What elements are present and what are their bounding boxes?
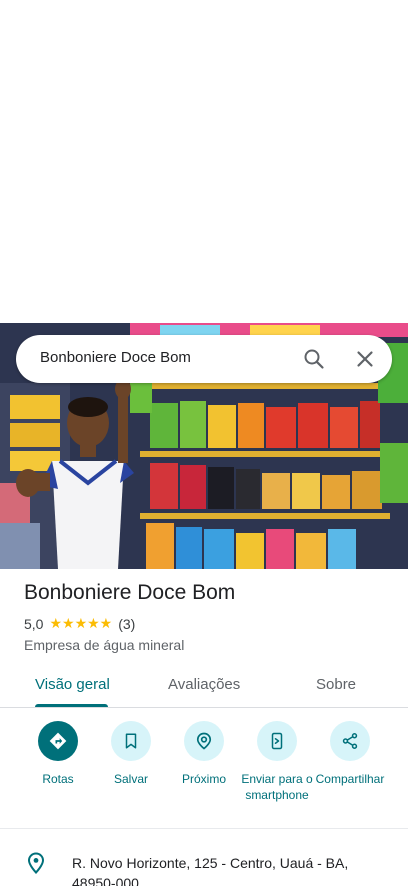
search-input[interactable]: Bonboniere Doce Bom	[40, 349, 191, 366]
bookmark-icon-circle	[111, 721, 151, 761]
nearby-label: Próximo	[181, 772, 226, 786]
directions-icon	[49, 732, 67, 750]
directions-button[interactable]: Rotas	[20, 721, 96, 787]
search-icon[interactable]	[302, 347, 326, 371]
address-row[interactable]: R. Novo Horizonte, 125 - Centro, Uauá - …	[0, 829, 408, 886]
send-to-phone-button[interactable]: Enviar para o smartphone	[239, 721, 315, 803]
directions-label: Rotas	[42, 772, 74, 786]
nearby-icon-circle	[184, 721, 224, 761]
action-buttons: Rotas Salvar Próximo Enviar para o smart…	[0, 721, 408, 821]
share-button[interactable]: Compartilhar	[312, 721, 388, 787]
share-icon	[342, 733, 358, 749]
save-button[interactable]: Salvar	[93, 721, 169, 787]
tab-bar: Visão geral Avaliações Sobre	[0, 664, 408, 708]
nearby-button[interactable]: Próximo	[166, 721, 242, 787]
close-icon[interactable]	[353, 347, 377, 371]
tab-about[interactable]: Sobre	[316, 676, 356, 693]
search-bar[interactable]: Bonboniere Doce Bom	[16, 335, 392, 383]
rating-stars: ★★★★★	[49, 615, 113, 631]
tab-overview[interactable]: Visão geral	[35, 676, 110, 693]
review-count[interactable]: (3)	[118, 616, 135, 632]
rating-value: 5,0	[24, 615, 44, 632]
nearby-icon	[196, 732, 212, 750]
map-blank-area	[0, 0, 408, 323]
send-to-phone-icon	[271, 732, 283, 750]
place-title: Bonboniere Doce Bom	[24, 581, 236, 604]
rating-row[interactable]: 5,0 ★★★★★ (3)	[24, 615, 135, 632]
share-icon-circle	[330, 721, 370, 761]
place-category[interactable]: Empresa de água mineral	[24, 637, 184, 653]
bookmark-icon	[125, 733, 137, 749]
tab-reviews[interactable]: Avaliações	[168, 676, 240, 693]
address-text: R. Novo Horizonte, 125 - Centro, Uauá - …	[72, 855, 349, 886]
directions-icon-circle	[38, 721, 78, 761]
location-pin-icon	[27, 852, 45, 874]
send-to-phone-icon-circle	[257, 721, 297, 761]
active-tab-indicator	[35, 704, 108, 707]
share-label: Compartilhar	[315, 772, 385, 786]
save-label: Salvar	[113, 772, 148, 786]
send-to-phone-label: Enviar para o smartphone	[241, 772, 313, 802]
